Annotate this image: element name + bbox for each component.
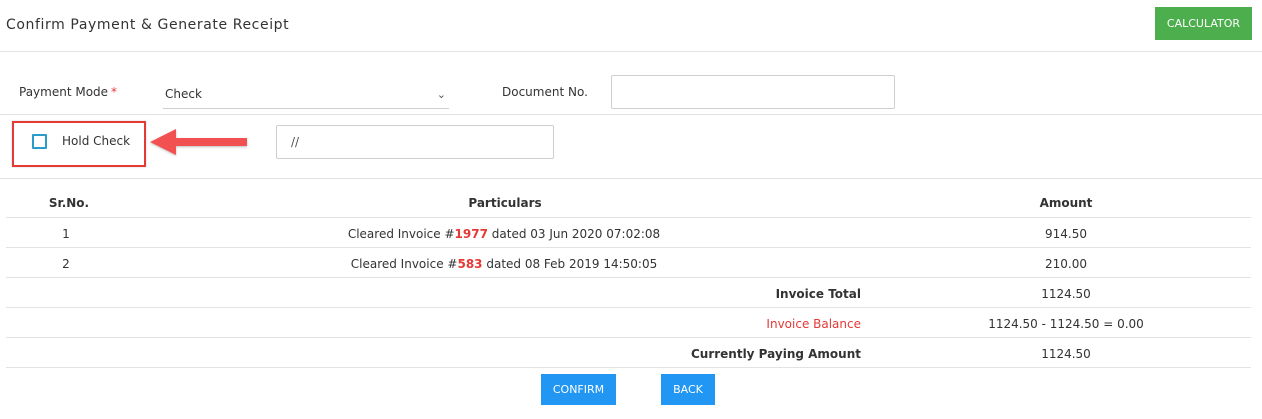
page-title: Confirm Payment & Generate Receipt <box>6 17 290 33</box>
column-header-srno: Sr.No. <box>48 196 90 210</box>
hold-check-label: Hold Check <box>62 134 131 148</box>
table-row-1-sr: 1 <box>62 227 70 241</box>
row-2-invoice-number[interactable]: 583 <box>457 257 482 271</box>
payment-mode-value: Check <box>165 87 202 101</box>
table-top-divider <box>0 178 1262 179</box>
payment-mode-select[interactable]: Check ⌄ <box>163 80 449 109</box>
invoice-total-value: 1124.50 <box>1041 287 1091 301</box>
payment-mode-label-text: Payment Mode <box>19 85 109 99</box>
calculator-button[interactable]: CALCULATOR <box>1155 7 1252 40</box>
header-divider <box>0 51 1262 52</box>
currently-paying-value: 1124.50 <box>1041 347 1091 361</box>
document-no-input[interactable] <box>611 75 895 109</box>
row-2-prefix: Cleared Invoice # <box>350 257 458 271</box>
row-1-prefix: Cleared Invoice # <box>347 227 455 241</box>
chevron-down-icon: ⌄ <box>436 87 446 101</box>
back-button[interactable]: BACK <box>661 374 715 405</box>
invoice-total-label: Invoice Total <box>775 287 861 301</box>
row-1-invoice-number[interactable]: 1977 <box>455 227 488 241</box>
confirm-button[interactable]: CONFIRM <box>541 374 616 405</box>
hold-date-input[interactable]: // <box>276 125 554 159</box>
currently-paying-label: Currently Paying Amount <box>690 347 861 361</box>
table-row-2-particulars: Cleared Invoice #583 dated 08 Feb 2019 1… <box>304 257 704 271</box>
column-header-amount: Amount <box>1039 196 1093 210</box>
row-divider <box>6 277 1251 278</box>
row-1-suffix: dated 03 Jun 2020 07:02:08 <box>487 227 661 241</box>
arrow-left-icon <box>150 129 247 155</box>
column-header-particulars: Particulars <box>468 196 542 210</box>
document-no-label: Document No. <box>502 85 588 99</box>
table-row-1-particulars: Cleared Invoice #1977 dated 03 Jun 2020 … <box>304 227 704 241</box>
row-divider <box>6 307 1251 308</box>
table-row-1-amount: 914.50 <box>1045 227 1087 241</box>
payment-mode-label: Payment Mode * <box>19 85 117 99</box>
row-divider <box>6 337 1251 338</box>
table-row-2-sr: 2 <box>62 257 70 271</box>
invoice-balance-label: Invoice Balance <box>766 317 861 331</box>
row-divider <box>6 247 1251 248</box>
invoice-balance-value: 1124.50 - 1124.50 = 0.00 <box>988 317 1144 331</box>
required-marker: * <box>111 85 118 99</box>
table-bottom-divider <box>6 367 1251 368</box>
form-divider <box>0 114 1262 115</box>
hold-check-checkbox[interactable] <box>32 134 47 149</box>
table-header-divider <box>6 217 1251 218</box>
table-row-2-amount: 210.00 <box>1045 257 1087 271</box>
row-2-suffix: dated 08 Feb 2019 14:50:05 <box>482 257 658 271</box>
